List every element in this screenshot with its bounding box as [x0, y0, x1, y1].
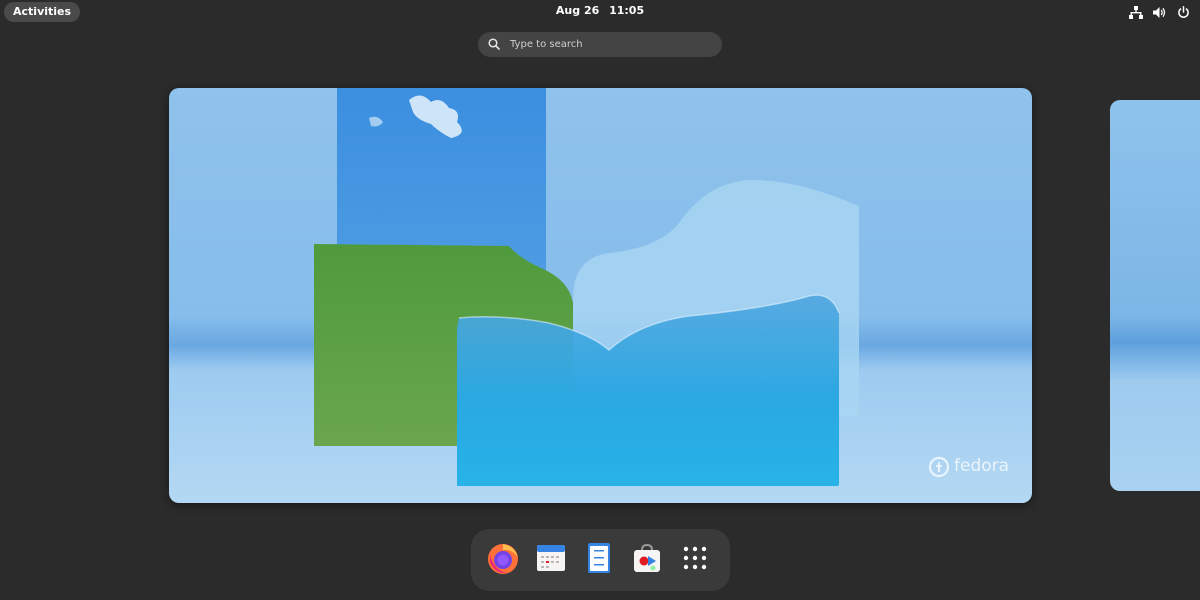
search-field[interactable] — [478, 32, 722, 57]
app-grid-icon — [683, 546, 707, 574]
workspace-thumbnail-next[interactable] — [1110, 100, 1200, 491]
search-input[interactable] — [508, 38, 712, 51]
dash-item-text-editor[interactable] — [578, 539, 620, 581]
text-editor-icon — [583, 542, 615, 578]
software-icon — [631, 542, 663, 578]
clock-time: 11:05 — [609, 4, 644, 17]
network-icon[interactable] — [1129, 6, 1143, 19]
dash-item-show-apps[interactable] — [674, 539, 716, 581]
system-tray[interactable] — [1129, 4, 1190, 20]
search-icon — [488, 35, 500, 54]
fedora-wallpaper — [169, 88, 1032, 503]
dash-item-firefox[interactable] — [482, 539, 524, 581]
workspace-thumbnail[interactable]: fedora — [169, 88, 1032, 503]
clock[interactable]: Aug 26 11:05 — [0, 0, 1200, 24]
volume-icon[interactable] — [1153, 6, 1167, 19]
dash — [471, 529, 730, 591]
clock-date: Aug 26 — [556, 4, 599, 17]
power-icon[interactable] — [1177, 6, 1190, 19]
dash-item-calendar[interactable] — [530, 539, 572, 581]
firefox-icon — [485, 540, 521, 580]
top-bar: Activities Aug 26 11:05 — [0, 0, 1200, 24]
fedora-watermark: fedora — [954, 456, 1009, 476]
dash-item-software[interactable] — [626, 539, 668, 581]
calendar-icon — [535, 542, 567, 578]
